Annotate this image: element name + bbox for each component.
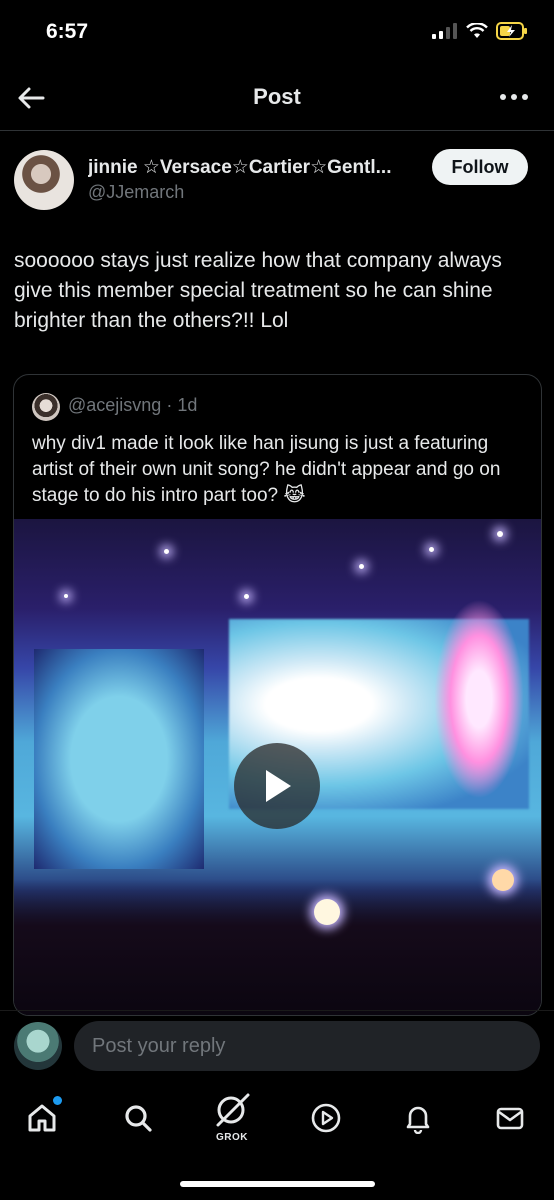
lightstick bbox=[492, 869, 514, 891]
stage-light bbox=[497, 531, 503, 537]
page-title: Post bbox=[253, 84, 301, 109]
home-indicator bbox=[180, 1181, 375, 1187]
grok-icon bbox=[216, 1093, 250, 1127]
reply-divider bbox=[0, 1010, 554, 1011]
stage-light bbox=[64, 594, 68, 598]
search-icon bbox=[125, 1105, 152, 1132]
lightstick bbox=[314, 899, 340, 925]
bell-icon bbox=[406, 1106, 430, 1134]
notification-dot bbox=[53, 1096, 62, 1105]
more-options-icon[interactable] bbox=[500, 94, 528, 100]
stage-light bbox=[359, 564, 364, 569]
quoted-post-time: 1d bbox=[177, 395, 198, 415]
reply-input[interactable] bbox=[74, 1021, 540, 1071]
grok-label: GROK bbox=[216, 1132, 248, 1143]
crowd-silhouette bbox=[14, 879, 541, 1015]
stage-light bbox=[429, 547, 434, 552]
wifi-icon bbox=[466, 23, 488, 38]
nav-search[interactable] bbox=[118, 1098, 158, 1138]
author-avatar[interactable] bbox=[14, 150, 74, 210]
author-name[interactable]: jinnie ☆Versace☆Cartier☆Gentl... bbox=[88, 156, 392, 179]
status-time: 6:57 bbox=[46, 20, 89, 43]
video-thumbnail[interactable] bbox=[14, 519, 541, 1015]
stage-light bbox=[164, 549, 169, 554]
battery-charging-icon bbox=[496, 22, 527, 40]
stage-screen-left bbox=[34, 649, 204, 869]
author-handle[interactable]: @JJemarch bbox=[88, 182, 184, 203]
play-icon bbox=[266, 770, 291, 802]
quoted-author-handle: @acejisvng bbox=[68, 395, 162, 415]
header-divider bbox=[0, 130, 554, 131]
quoted-post-text: why div1 made it look like han jisung is… bbox=[32, 433, 501, 506]
meta-separator: · bbox=[161, 395, 178, 415]
play-button[interactable] bbox=[234, 743, 320, 829]
quoted-author-avatar bbox=[32, 393, 60, 421]
home-icon bbox=[28, 1104, 56, 1132]
quoted-author-meta: @acejisvng · 1d bbox=[68, 395, 197, 416]
stage-light bbox=[244, 594, 249, 599]
mail-icon bbox=[496, 1107, 524, 1130]
status-icons bbox=[432, 22, 528, 40]
follow-button[interactable]: Follow bbox=[432, 149, 528, 185]
cellular-signal-icon bbox=[432, 23, 457, 39]
stage-light-glow bbox=[434, 599, 524, 799]
quoted-post[interactable]: @acejisvng · 1d why div1 made it look li… bbox=[13, 374, 542, 1016]
nav-video[interactable] bbox=[306, 1098, 346, 1138]
post-text: soooooo stays just realize how that comp… bbox=[14, 249, 502, 332]
nav-notifications[interactable] bbox=[398, 1098, 438, 1138]
user-avatar[interactable] bbox=[14, 1022, 62, 1070]
nav-grok[interactable] bbox=[212, 1090, 252, 1130]
nav-messages[interactable] bbox=[490, 1098, 530, 1138]
video-play-circle-icon bbox=[311, 1103, 341, 1133]
